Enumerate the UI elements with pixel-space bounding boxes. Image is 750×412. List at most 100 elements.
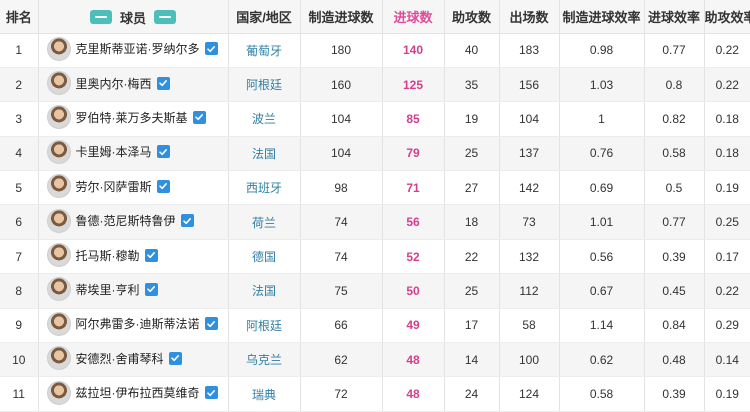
player-cell[interactable]: 兹拉坦·伊布拉西莫维奇	[38, 376, 229, 412]
assists-cell: 18	[444, 204, 500, 240]
goal-rate-cell: 0.84	[644, 308, 705, 344]
player-name[interactable]: 里奥内尔·梅西	[76, 75, 152, 92]
header-goal-rate[interactable]: 进球效率	[644, 0, 705, 34]
xg-rate-cell: 0.76	[559, 136, 645, 172]
xg-rate-cell: 1.14	[559, 308, 645, 344]
xg-cell: 104	[300, 136, 383, 172]
verified-check-icon	[204, 42, 218, 56]
country-cell[interactable]: 法国	[228, 273, 301, 309]
rank-cell: 6	[0, 204, 39, 240]
table-row[interactable]: 1 克里斯蒂亚诺·罗纳尔多 葡萄牙 180 140 40 183 0.98 0.77 0.22	[0, 33, 750, 68]
header-apps[interactable]: 出场数	[499, 0, 560, 34]
player-name[interactable]: 鲁德·范尼斯特鲁伊	[76, 212, 176, 229]
apps-cell: 142	[499, 170, 560, 206]
header-country[interactable]: 国家/地区	[228, 0, 301, 34]
table-row[interactable]: 10 安德烈·舍甫琴科 乌克兰 62 48 14 100 0.62 0.48 0.14	[0, 342, 750, 378]
table-row[interactable]: 5 劳尔·冈萨雷斯 西班牙 98 71 27 142 0.69 0.5 0.19	[0, 170, 750, 206]
filter-icon[interactable]	[89, 10, 112, 24]
player-name[interactable]: 罗伯特·莱万多夫斯基	[76, 109, 188, 126]
header-xg[interactable]: 制造进球数	[300, 0, 383, 34]
header-xg-rate[interactable]: 制造进球效率	[559, 0, 645, 34]
goal-rate-cell: 0.39	[644, 239, 705, 275]
xg-cell: 104	[300, 101, 383, 137]
verified-check-icon	[204, 317, 218, 331]
assist-rate-cell: 0.18	[704, 136, 750, 172]
avatar	[46, 139, 71, 164]
apps-cell: 156	[499, 67, 560, 103]
assists-cell: 14	[444, 342, 500, 378]
xg-cell: 72	[300, 376, 383, 412]
country-cell[interactable]: 西班牙	[228, 170, 301, 206]
table-row[interactable]: 11 兹拉坦·伊布拉西莫维奇 瑞典 72 48 24 124 0.58 0.39 0.19	[0, 376, 750, 412]
player-name[interactable]: 阿尔弗雷多·迪斯蒂法诺	[76, 315, 200, 332]
table-row[interactable]: 3 罗伯特·莱万多夫斯基 波兰 104 85 19 104 1 0.82 0.18	[0, 101, 750, 137]
assist-rate-cell: 0.18	[704, 101, 750, 137]
player-cell[interactable]: 里奥内尔·梅西	[38, 67, 229, 103]
player-name[interactable]: 安德烈·舍甫琴科	[76, 350, 164, 367]
filter-icon[interactable]	[154, 10, 176, 24]
player-name[interactable]: 劳尔·冈萨雷斯	[76, 178, 152, 195]
country-cell[interactable]: 乌克兰	[228, 342, 301, 378]
table-row[interactable]: 6 鲁德·范尼斯特鲁伊 荷兰 74 56 18 73 1.01 0.77 0.25	[0, 204, 750, 240]
country-cell[interactable]: 德国	[228, 239, 301, 275]
assists-cell: 40	[444, 33, 500, 68]
country-cell[interactable]: 波兰	[228, 101, 301, 137]
goals-cell: 48	[382, 376, 445, 412]
player-cell[interactable]: 克里斯蒂亚诺·罗纳尔多	[38, 33, 229, 68]
header-rank[interactable]: 排名	[0, 0, 39, 34]
avatar	[46, 174, 71, 199]
goal-rate-cell: 0.82	[644, 101, 705, 137]
xg-rate-cell: 0.58	[559, 376, 645, 412]
player-cell[interactable]: 鲁德·范尼斯特鲁伊	[38, 204, 229, 240]
assist-rate-cell: 0.29	[704, 308, 750, 344]
table-row[interactable]: 7 托马斯·穆勒 德国 74 52 22 132 0.56 0.39 0.17	[0, 239, 750, 275]
table-row[interactable]: 8 蒂埃里·亨利 法国 75 50 25 112 0.67 0.45 0.22	[0, 273, 750, 309]
player-name[interactable]: 兹拉坦·伊布拉西莫维奇	[76, 384, 200, 401]
xg-rate-cell: 0.62	[559, 342, 645, 378]
avatar	[46, 36, 71, 61]
rank-cell: 1	[0, 33, 39, 68]
player-cell[interactable]: 托马斯·穆勒	[38, 239, 229, 275]
table-row[interactable]: 2 里奥内尔·梅西 阿根廷 160 125 35 156 1.03 0.8 0.22	[0, 67, 750, 103]
apps-cell: 137	[499, 136, 560, 172]
player-cell[interactable]: 安德烈·舍甫琴科	[38, 342, 229, 378]
assist-rate-cell: 0.14	[704, 342, 750, 378]
table-row[interactable]: 9 阿尔弗雷多·迪斯蒂法诺 阿根廷 66 49 17 58 1.14 0.84 0.29	[0, 308, 750, 344]
player-name[interactable]: 蒂埃里·亨利	[76, 281, 140, 298]
player-name[interactable]: 卡里姆·本泽马	[76, 143, 152, 160]
apps-cell: 112	[499, 273, 560, 309]
country-cell[interactable]: 法国	[228, 136, 301, 172]
rank-cell: 10	[0, 342, 39, 378]
country-cell[interactable]: 荷兰	[228, 204, 301, 240]
player-cell[interactable]: 劳尔·冈萨雷斯	[38, 170, 229, 206]
verified-check-icon	[168, 351, 182, 365]
header-goals[interactable]: 进球数	[382, 0, 445, 34]
table-row[interactable]: 4 卡里姆·本泽马 法国 104 79 25 137 0.76 0.58 0.18	[0, 136, 750, 172]
player-cell[interactable]: 阿尔弗雷多·迪斯蒂法诺	[38, 308, 229, 344]
assists-cell: 22	[444, 239, 500, 275]
country-cell[interactable]: 葡萄牙	[228, 33, 301, 68]
scorers-table: 排名 球员 国家/地区 制造进球数 进球数 助攻数 出场数 制造进球效率 进球效…	[0, 0, 750, 412]
avatar	[46, 380, 71, 405]
country-cell[interactable]: 阿根廷	[228, 67, 301, 103]
goals-cell: 50	[382, 273, 445, 309]
xg-rate-cell: 1	[559, 101, 645, 137]
goal-rate-cell: 0.39	[644, 376, 705, 412]
rank-cell: 4	[0, 136, 39, 172]
header-assist-rate[interactable]: 助攻效率	[704, 0, 750, 34]
header-assists[interactable]: 助攻数	[444, 0, 500, 34]
player-cell[interactable]: 卡里姆·本泽马	[38, 136, 229, 172]
player-cell[interactable]: 蒂埃里·亨利	[38, 273, 229, 309]
apps-cell: 73	[499, 204, 560, 240]
header-player[interactable]: 球员	[38, 0, 229, 34]
assist-rate-cell: 0.22	[704, 67, 750, 103]
assist-rate-cell: 0.25	[704, 204, 750, 240]
avatar	[46, 346, 71, 371]
country-cell[interactable]: 瑞典	[228, 376, 301, 412]
player-name[interactable]: 克里斯蒂亚诺·罗纳尔多	[76, 40, 200, 57]
verified-check-icon	[156, 76, 170, 90]
player-name[interactable]: 托马斯·穆勒	[76, 247, 140, 264]
assists-cell: 35	[444, 67, 500, 103]
country-cell[interactable]: 阿根廷	[228, 308, 301, 344]
player-cell[interactable]: 罗伯特·莱万多夫斯基	[38, 101, 229, 137]
